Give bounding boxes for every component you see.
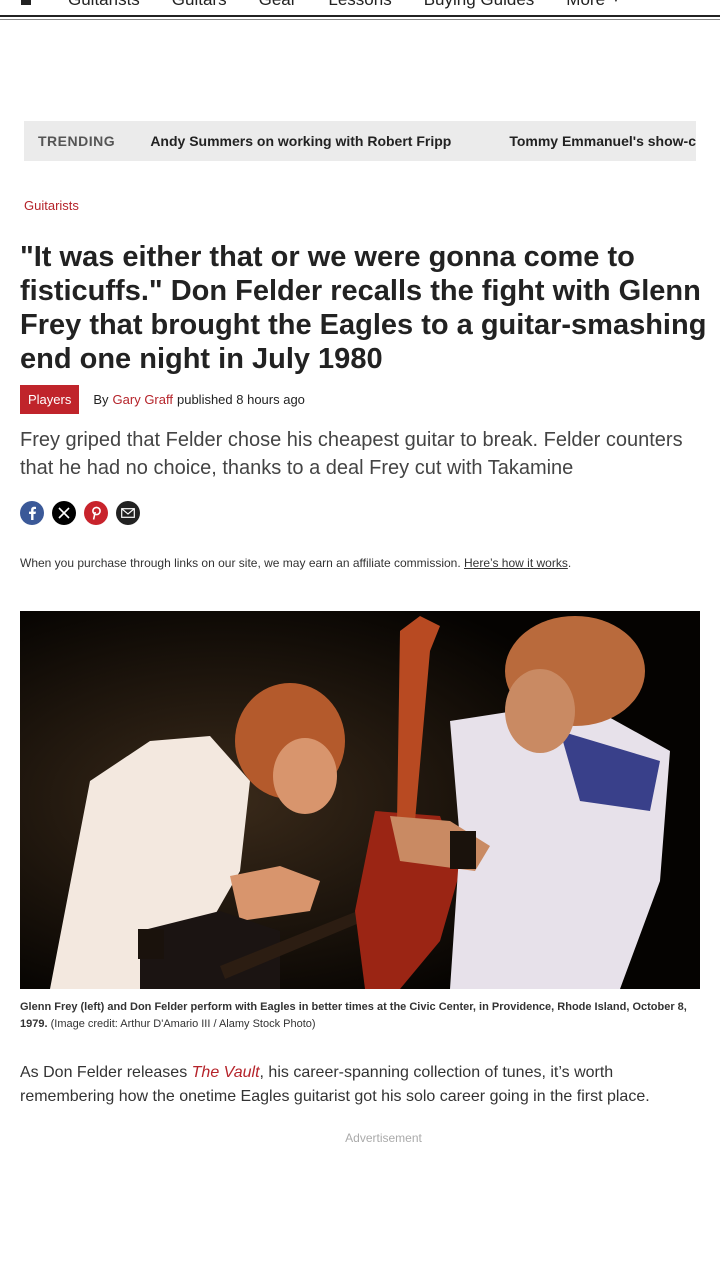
- affiliate-text: When you purchase through links on our s…: [20, 556, 461, 570]
- nav-item-lessons[interactable]: Lessons: [328, 0, 391, 10]
- article-standfirst: Frey griped that Felder chose his cheape…: [20, 429, 683, 479]
- trending-label: TRENDING: [38, 133, 116, 149]
- breadcrumb[interactable]: Guitarists: [24, 198, 79, 213]
- nav-divider: [0, 15, 720, 17]
- image-caption: Glenn Frey (left) and Don Felder perform…: [20, 999, 700, 1033]
- pinterest-icon[interactable]: [84, 501, 108, 525]
- affiliate-end: .: [567, 556, 572, 570]
- caret-down-icon: ▼: [611, 0, 621, 10]
- body-link-the-vault[interactable]: The Vault: [192, 1064, 260, 1081]
- nav-item-gear[interactable]: Gear: [259, 0, 297, 10]
- affiliate-how-link[interactable]: Here’s how it works: [464, 556, 568, 570]
- facebook-icon[interactable]: [20, 501, 44, 525]
- byline-by: By: [93, 392, 109, 407]
- email-icon[interactable]: [116, 501, 140, 525]
- nav-item-more[interactable]: More ▼: [566, 0, 621, 10]
- byline: Players By Gary Graff published 8 hours …: [20, 385, 305, 414]
- image-credit: (Image credit: Arthur D'Amario III / Ala…: [50, 1018, 316, 1030]
- article-body-paragraph: As Don Felder releases The Vault, his ca…: [20, 1061, 700, 1109]
- trending-link[interactable]: Tommy Emmanuel's show-c: [509, 133, 696, 149]
- nav-more-label: More: [566, 0, 605, 10]
- body-text: As Don Felder releases: [20, 1064, 192, 1081]
- home-icon[interactable]: [18, 0, 34, 6]
- nav-item-guitarists[interactable]: Guitarists: [68, 0, 140, 10]
- nav-items: Guitarists Guitars Gear Lessons Buying G…: [68, 0, 653, 10]
- trending-link[interactable]: Andy Summers on working with Robert Frip…: [150, 133, 451, 149]
- published-time: published 8 hours ago: [176, 392, 305, 407]
- nav-item-buying-guides[interactable]: Buying Guides: [424, 0, 535, 10]
- share-buttons: [20, 501, 140, 525]
- advertisement-label: Advertisement: [345, 1131, 422, 1145]
- article-hero-image: [20, 611, 700, 989]
- category-badge[interactable]: Players: [20, 385, 80, 414]
- trending-bar: TRENDING Andy Summers on working with Ro…: [24, 121, 696, 161]
- nav-item-guitars[interactable]: Guitars: [172, 0, 227, 10]
- article-headline: "It was either that or we were gonna com…: [20, 241, 707, 375]
- x-icon[interactable]: [52, 501, 76, 525]
- affiliate-disclaimer: When you purchase through links on our s…: [20, 556, 571, 570]
- nav-divider-thin: [0, 19, 720, 20]
- top-navigation: Guitarists Guitars Gear Lessons Buying G…: [0, 0, 720, 16]
- author-link[interactable]: Gary Graff: [113, 392, 173, 407]
